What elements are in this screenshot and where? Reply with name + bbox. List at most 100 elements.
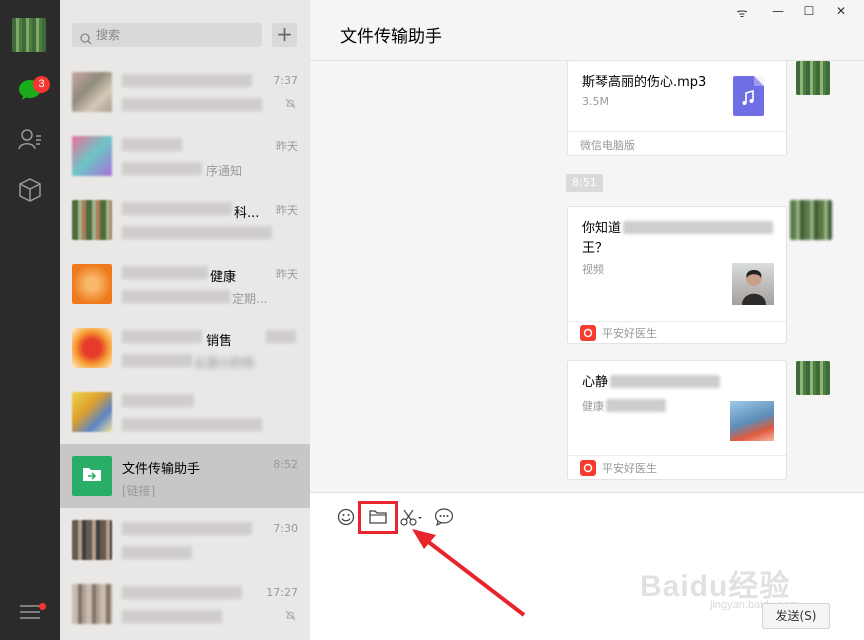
link-source-label: 平安好医生 xyxy=(602,327,657,340)
link-title-start: 心静 xyxy=(582,375,609,390)
blurred-time xyxy=(266,330,296,343)
chat-item-file-transfer[interactable]: 文件传输助手 8:52 [链接] xyxy=(60,444,310,508)
card-divider xyxy=(568,455,786,456)
blurred-preview xyxy=(122,226,272,239)
cube-icon[interactable] xyxy=(17,177,43,203)
chat-time: 昨天 xyxy=(276,268,298,281)
unread-badge: 3 xyxy=(33,76,50,93)
link-title: 心静 xyxy=(582,373,721,393)
chat-name-tail: 销售 xyxy=(206,334,233,349)
blurred-preview xyxy=(122,610,222,623)
blurred-preview xyxy=(122,290,230,303)
chat-avatar xyxy=(72,584,112,624)
blurred-preview xyxy=(122,418,262,431)
chat-time: 8:52 xyxy=(273,458,298,471)
search-input[interactable]: 搜索 xyxy=(72,23,262,47)
message-composer[interactable]: Baidu经验 jingyan.baidu.com 发送(S) xyxy=(310,493,864,640)
chat-item[interactable]: 昨天 序通知 xyxy=(60,124,310,188)
pin-icon[interactable]: ᯤ xyxy=(730,4,754,21)
search-icon xyxy=(80,29,92,53)
add-button[interactable]: + xyxy=(272,23,297,47)
maximize-icon[interactable]: ☐ xyxy=(797,4,821,18)
mute-icon xyxy=(285,610,296,624)
chat-name-tail: 健康 xyxy=(210,270,237,285)
music-file-icon xyxy=(733,76,764,116)
card-divider xyxy=(568,321,786,322)
chat-list: 搜索 + 7:37 昨天 序通知 科... 昨天 健康 昨天 定期... 销售 … xyxy=(60,0,310,640)
contacts-icon[interactable] xyxy=(17,126,43,152)
file-size: 3.5M xyxy=(582,95,609,108)
chat-item[interactable]: 7:30 xyxy=(60,508,310,572)
mute-icon xyxy=(285,98,296,112)
chat-avatar xyxy=(72,264,112,304)
chat-item[interactable]: 科... 昨天 xyxy=(60,188,310,252)
chat-avatar xyxy=(72,72,112,112)
pingan-icon xyxy=(580,460,596,476)
chat-time: 昨天 xyxy=(276,140,298,153)
chat-time: 7:37 xyxy=(273,74,298,87)
file-message-card[interactable]: 斯琴高丽的伤心.mp3 3.5M 微信电脑版 xyxy=(567,60,787,156)
chat-item[interactable]: 7:37 xyxy=(60,60,310,124)
blurred-name xyxy=(122,74,252,87)
link-title: 你知道 王？ xyxy=(582,219,774,259)
folder-arrow-icon xyxy=(82,466,102,486)
blurred-name xyxy=(122,202,232,215)
chat-name-tail: 科... xyxy=(234,206,260,221)
chat-avatar xyxy=(72,520,112,560)
sender-avatar[interactable] xyxy=(796,361,830,395)
minimize-icon[interactable]: — xyxy=(766,4,790,18)
blurred-title xyxy=(623,221,774,234)
file-source: 微信电脑版 xyxy=(580,137,635,153)
chat-time: 7:30 xyxy=(273,522,298,535)
blurred-preview xyxy=(122,354,192,367)
left-nav: 3 xyxy=(0,0,60,640)
blurred-name xyxy=(122,522,252,535)
blurred-name xyxy=(122,394,194,407)
chat-avatar xyxy=(72,136,112,176)
chat-avatar xyxy=(72,200,112,240)
chat-name: 文件传输助手 xyxy=(122,462,201,477)
menu-icon[interactable] xyxy=(17,599,43,625)
link-source: 平安好医生 xyxy=(580,460,657,476)
blurred-preview xyxy=(122,98,262,111)
blurred-name xyxy=(122,266,208,279)
sender-avatar[interactable] xyxy=(796,61,830,95)
video-thumbnail xyxy=(732,263,774,305)
chat-item[interactable] xyxy=(60,380,310,444)
chat-time: 昨天 xyxy=(276,204,298,217)
link-title-end: 王？ xyxy=(582,241,609,256)
chat-avatar xyxy=(72,392,112,432)
article-thumbnail xyxy=(730,401,774,441)
link-subtitle: 健康 xyxy=(582,397,666,414)
send-button[interactable]: 发送(S) xyxy=(762,603,830,629)
chat-time: 17:27 xyxy=(266,586,298,599)
menu-notification-dot xyxy=(39,603,46,610)
time-chip: 8:51 xyxy=(566,174,603,192)
blurred-title xyxy=(610,375,721,388)
chat-avatar xyxy=(72,456,112,496)
search-placeholder: 搜索 xyxy=(96,28,121,42)
chat-avatar xyxy=(72,328,112,368)
chat-preview: [链接] xyxy=(122,484,156,498)
chat-preview: 序通知 xyxy=(206,164,243,178)
file-source-label: 微信电脑版 xyxy=(580,139,635,152)
link-message-card[interactable]: 心静 健康 平安好医生 xyxy=(567,360,787,480)
chat-preview: 云游小的场 xyxy=(194,356,255,370)
pingan-icon xyxy=(580,325,596,341)
chat-item[interactable]: 17:27 xyxy=(60,572,310,636)
chat-window: ᯤ — ☐ ✕ 文件传输助手 斯琴高丽的伤心.mp3 3.5M 微信电脑版 8:… xyxy=(310,0,864,640)
chat-title: 文件传输助手 xyxy=(340,27,442,47)
sender-avatar[interactable] xyxy=(790,200,832,240)
link-type: 视频 xyxy=(582,263,604,276)
link-source: 平安好医生 xyxy=(580,325,657,341)
link-message-card[interactable]: 你知道 王？ 视频 平安好医生 xyxy=(567,206,787,344)
blurred-preview xyxy=(122,546,192,559)
close-icon[interactable]: ✕ xyxy=(829,4,853,18)
file-name: 斯琴高丽的伤心.mp3 xyxy=(582,75,707,90)
user-avatar[interactable] xyxy=(12,18,46,52)
chat-item[interactable]: 销售 云游小的场 xyxy=(60,316,310,380)
link-source-label: 平安好医生 xyxy=(602,462,657,475)
chat-item[interactable]: 健康 昨天 定期... xyxy=(60,252,310,316)
card-divider xyxy=(568,131,786,132)
blurred-preview xyxy=(122,162,202,175)
